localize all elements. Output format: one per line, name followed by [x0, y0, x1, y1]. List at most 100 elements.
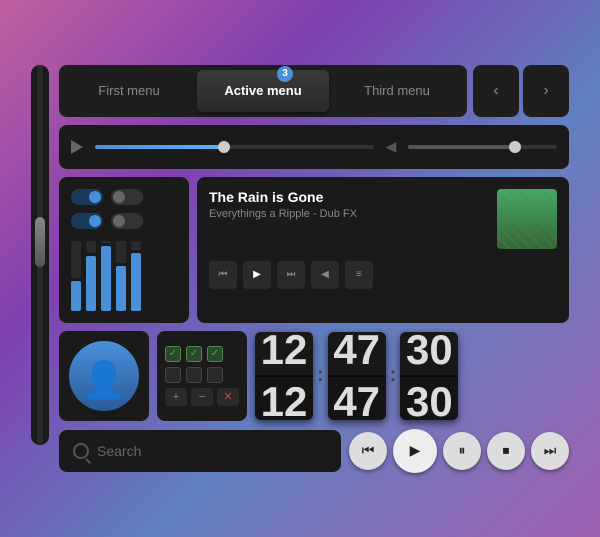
- progress-track[interactable]: [95, 145, 374, 149]
- checkbox-6[interactable]: [207, 367, 223, 383]
- music-list-button[interactable]: ≡: [345, 261, 373, 289]
- player-bar: ◀: [59, 125, 569, 169]
- clock-minutes-bottom-num: 47: [333, 378, 380, 420]
- clock-hours-bottom-num: 12: [261, 378, 308, 420]
- eq-bar-bg-4: [116, 241, 126, 263]
- search-box[interactable]: Search: [59, 430, 341, 472]
- toggle-4[interactable]: [111, 213, 143, 229]
- search-icon: [73, 443, 89, 459]
- checkbox-5[interactable]: [186, 367, 202, 383]
- music-player: The Rain is Gone Everythings a Ripple - …: [197, 177, 569, 323]
- close-button[interactable]: ✕: [217, 388, 239, 406]
- volume-track[interactable]: [408, 145, 557, 149]
- toggle-knob-2: [113, 191, 125, 203]
- media-pause-button[interactable]: ⏸: [443, 432, 481, 470]
- nav-buttons: ‹ ›: [473, 65, 569, 117]
- eq-bar-bg-3: [101, 241, 111, 243]
- clock-minutes: 47 47: [328, 332, 386, 420]
- nav-prev-button[interactable]: ‹: [473, 65, 519, 117]
- clock-seconds: 30 30: [400, 332, 458, 420]
- scrollbar-thumb[interactable]: [35, 217, 45, 267]
- chevron-left-icon: ‹: [493, 82, 498, 100]
- toggle-knob-3: [89, 215, 101, 227]
- toggle-knob-1: [89, 191, 101, 203]
- clock-minutes-top: 47: [328, 332, 386, 376]
- menu-bar: First menu 3 Active menu Third menu ‹ ›: [59, 65, 569, 117]
- play-button[interactable]: [71, 140, 83, 154]
- checkbox-4[interactable]: [165, 367, 181, 383]
- progress-thumb[interactable]: [218, 141, 230, 153]
- tab-active[interactable]: 3 Active menu: [197, 70, 329, 112]
- tab-third-label: Third menu: [364, 83, 430, 98]
- eq-bar-4[interactable]: [116, 241, 126, 311]
- nav-next-button[interactable]: ›: [523, 65, 569, 117]
- vertical-scrollbar[interactable]: [31, 65, 49, 445]
- add-button[interactable]: +: [165, 388, 187, 406]
- music-controls: ⏮ ▶ ⏭ ◀ ≡: [209, 257, 557, 293]
- album-art: [497, 189, 557, 249]
- minus-button[interactable]: −: [191, 388, 213, 406]
- clock-hours-top-num: 12: [261, 332, 308, 374]
- toggle-3[interactable]: [71, 213, 103, 229]
- media-play-button[interactable]: ▶: [393, 429, 437, 473]
- media-forward-button[interactable]: ⏭: [531, 432, 569, 470]
- eq-bar-fill-3: [101, 246, 111, 311]
- toggle-row-2: [71, 213, 177, 229]
- clock-hours: 12 12: [255, 332, 313, 420]
- tab-active-label: Active menu: [224, 83, 301, 98]
- clock-hours-top: 12: [255, 332, 313, 376]
- eq-bar-bg-5: [131, 241, 141, 250]
- clock-seconds-top-num: 30: [406, 332, 453, 374]
- checkbox-row-2: [165, 367, 239, 383]
- last-row: Search ⏮ ▶ ⏸ ⏹ ⏭: [59, 429, 569, 473]
- mute-icon[interactable]: ◀: [386, 138, 397, 155]
- checkbox-2[interactable]: [186, 346, 202, 362]
- music-info: The Rain is Gone Everythings a Ripple - …: [209, 189, 557, 249]
- clock-separator-1: :: [317, 364, 324, 387]
- tab-first[interactable]: First menu: [63, 70, 195, 112]
- avatar: 👤: [69, 341, 139, 411]
- checkbox-row-1: [165, 346, 239, 362]
- music-mute-button[interactable]: ◀: [311, 261, 339, 289]
- eq-bar-2[interactable]: [86, 241, 96, 311]
- tab-third[interactable]: Third menu: [331, 70, 463, 112]
- clock-seconds-top: 30: [400, 332, 458, 376]
- action-buttons-row: + − ✕: [165, 388, 239, 406]
- avatar-panel: 👤: [59, 331, 149, 421]
- bottom-row: 👤 +: [59, 331, 569, 421]
- eq-bar-3[interactable]: [101, 241, 111, 311]
- volume-fill: [408, 145, 512, 149]
- media-rewind-button[interactable]: ⏮: [349, 432, 387, 470]
- eq-bar-bg-1: [71, 241, 81, 278]
- progress-fill: [95, 145, 220, 149]
- music-play-button[interactable]: ▶: [243, 261, 271, 289]
- music-artist: Everythings a Ripple - Dub FX: [209, 208, 487, 220]
- scrollbar-track: [37, 65, 43, 445]
- music-text: The Rain is Gone Everythings a Ripple - …: [209, 189, 487, 220]
- eq-bar-5[interactable]: [131, 241, 141, 311]
- media-stop-button[interactable]: ⏹: [487, 432, 525, 470]
- music-rewind-button[interactable]: ⏮: [209, 261, 237, 289]
- music-forward-button[interactable]: ⏭: [277, 261, 305, 289]
- clock-seconds-bottom-num: 30: [406, 378, 453, 420]
- eq-bars: [71, 241, 177, 311]
- volume-thumb[interactable]: [509, 141, 521, 153]
- search-placeholder: Search: [97, 443, 141, 459]
- clock-seconds-bottom: 30: [400, 376, 458, 420]
- eq-bar-1[interactable]: [71, 241, 81, 311]
- checkbox-3[interactable]: [207, 346, 223, 362]
- clock-minutes-bottom: 47: [328, 376, 386, 420]
- checkbox-panel: + − ✕: [157, 331, 247, 421]
- flip-clock: 12 12 : 47 47 :: [255, 331, 458, 421]
- middle-row: The Rain is Gone Everythings a Ripple - …: [59, 177, 569, 323]
- toggle-1[interactable]: [71, 189, 103, 205]
- eq-bar-fill-2: [86, 256, 96, 311]
- toggle-2[interactable]: [111, 189, 143, 205]
- media-controls: ⏮ ▶ ⏸ ⏹ ⏭: [349, 429, 569, 473]
- notification-badge: 3: [277, 66, 293, 82]
- menu-tabs: First menu 3 Active menu Third menu: [59, 65, 467, 117]
- eq-bar-bg-2: [86, 241, 96, 253]
- ui-panel: First menu 3 Active menu Third menu ‹ ›: [31, 65, 569, 473]
- checkbox-1[interactable]: [165, 346, 181, 362]
- avatar-silhouette-icon: 👤: [82, 362, 127, 398]
